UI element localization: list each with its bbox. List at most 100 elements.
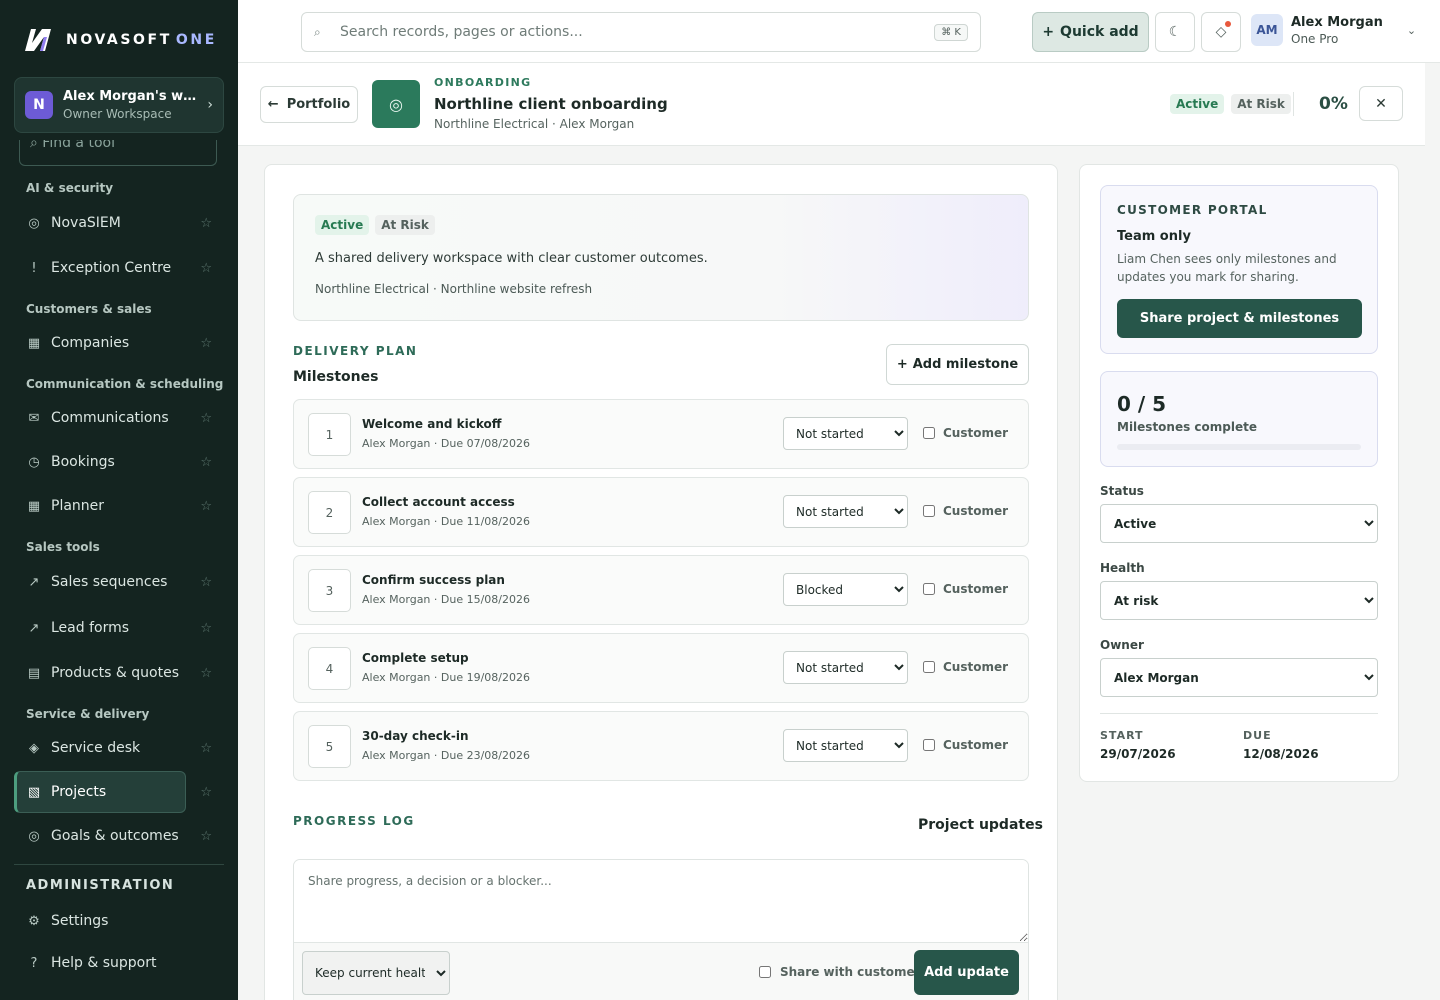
delivery-plan-kicker: DELIVERY PLAN (293, 344, 418, 358)
nav-section-ai: AI & security (26, 181, 114, 195)
star-icon[interactable]: ☆ (200, 499, 212, 514)
milestone-number: 3 (308, 569, 351, 612)
customer-checkbox[interactable] (923, 505, 935, 517)
sidebar-item-companies[interactable]: ▦ Companies ☆ (14, 322, 224, 364)
find-tool-input[interactable]: ⌕ Find a tool (19, 140, 217, 166)
star-icon[interactable]: ☆ (200, 785, 212, 800)
project-main: Active At Risk A shared delivery workspa… (264, 164, 1058, 1000)
star-icon[interactable]: ☆ (200, 455, 212, 470)
moon-icon: ☾ (1168, 24, 1182, 40)
milestone-status-select[interactable]: Not started (783, 651, 908, 684)
nav-section-sales: Sales tools (26, 540, 100, 554)
star-icon[interactable]: ☆ (200, 666, 212, 681)
customer-label: Customer (943, 582, 1009, 596)
start-date-value: 29/07/2026 (1100, 747, 1176, 761)
user-plan: One Pro (1291, 31, 1339, 46)
progress-log-kicker: PROGRESS LOG (293, 814, 415, 828)
share-checkbox[interactable] (759, 966, 771, 978)
sidebar-item-exception-centre[interactable]: ! Exception Centre ☆ (14, 247, 224, 289)
calendar-icon: ▦ (27, 498, 41, 514)
milestone-status-select[interactable]: Blocked (783, 573, 908, 606)
project-header: ← Portfolio ◎ ONBOARDING Northline client… (238, 63, 1425, 146)
share-project-button[interactable]: Share project & milestones (1117, 299, 1362, 338)
share-with-customer-toggle[interactable]: Share with customer (759, 965, 921, 979)
milestone-customer-toggle[interactable]: Customer (923, 504, 1008, 518)
sidebar-item-communications[interactable]: ✉ Communications ☆ (14, 397, 224, 439)
add-milestone-button[interactable]: + Add milestone (886, 344, 1029, 385)
health-field-select[interactable]: At risk (1100, 581, 1378, 620)
plus-icon: + (1042, 24, 1055, 40)
update-composer: Keep current health Share with customer … (293, 859, 1029, 1000)
back-to-portfolio-button[interactable]: ← Portfolio (260, 86, 358, 123)
milestone-status-select[interactable]: Not started (783, 495, 908, 528)
alert-icon: ! (31, 260, 37, 276)
milestone-number: 4 (308, 647, 351, 690)
project-updates-title: Project updates (918, 817, 1043, 833)
milestone-status-select[interactable]: Not started (783, 417, 908, 450)
workspace-role: Owner Workspace (63, 107, 172, 121)
header-divider (1293, 92, 1294, 116)
sidebar-item-projects[interactable]: ▧ Projects ☆ (14, 771, 224, 813)
customer-checkbox[interactable] (923, 661, 935, 673)
star-icon[interactable]: ☆ (200, 216, 212, 231)
theme-toggle-button[interactable]: ☾ (1155, 12, 1195, 52)
milestone-title: Welcome and kickoff (362, 417, 502, 431)
sidebar-item-sales-sequences[interactable]: ↗ Sales sequences ☆ (14, 561, 224, 603)
search-input[interactable] (340, 24, 923, 40)
sidebar-item-bookings[interactable]: ◷ Bookings ☆ (14, 441, 224, 483)
sidebar-item-service-desk[interactable]: ◈ Service desk ☆ (14, 727, 224, 769)
user-menu[interactable]: AM Alex Morgan One Pro ⌄ (1251, 14, 1416, 46)
health-select[interactable]: Keep current health (302, 951, 450, 995)
star-icon[interactable]: ☆ (200, 261, 212, 276)
add-update-button[interactable]: Add update (914, 950, 1019, 995)
star-icon[interactable]: ☆ (200, 829, 212, 844)
health-label: Health (1100, 561, 1145, 575)
close-button[interactable]: ✕ (1359, 86, 1403, 121)
sidebar-item-lead-forms[interactable]: ↗ Lead forms ☆ (14, 607, 224, 649)
update-footer: Keep current health Share with customer … (294, 942, 1028, 1000)
customer-checkbox[interactable] (923, 427, 935, 439)
user-name: Alex Morgan (1291, 14, 1383, 30)
star-icon[interactable]: ☆ (200, 575, 212, 590)
milestone-row[interactable]: 2 Collect account access Alex Morgan · Due… (293, 477, 1029, 547)
diamond-icon: ◈ (29, 740, 39, 756)
milestone-meta: Alex Morgan · Due 19/08/2026 (362, 671, 531, 684)
sidebar-item-goals[interactable]: ◎ Goals & outcomes ☆ (14, 815, 224, 857)
status-select[interactable]: Active (1100, 504, 1378, 543)
star-icon[interactable]: ☆ (200, 621, 212, 636)
milestone-status-select[interactable]: Not started (783, 729, 908, 762)
milestone-row[interactable]: 4 Complete setup Alex Morgan · Due 19/08/2… (293, 633, 1029, 703)
sidebar-item-label: Projects (51, 784, 107, 800)
milestone-row[interactable]: 3 Confirm success plan Alex Morgan · Due 1… (293, 555, 1029, 625)
sidebar-divider (14, 864, 224, 865)
radar-icon: ◎ (28, 215, 40, 231)
milestone-customer-toggle[interactable]: Customer (923, 582, 1008, 596)
shortcut-hint: ⌘ K (934, 23, 968, 41)
global-search[interactable]: ⌕ ⌘ K (301, 12, 981, 52)
milestone-customer-toggle[interactable]: Customer (923, 738, 1008, 752)
notifications-button[interactable]: ◇ (1201, 12, 1241, 52)
milestone-customer-toggle[interactable]: Customer (923, 660, 1008, 674)
workspace-switcher[interactable]: N Alex Morgan's workspace Owner Workspac… (14, 77, 224, 133)
customer-checkbox[interactable] (923, 583, 935, 595)
star-icon[interactable]: ☆ (200, 411, 212, 426)
quick-add-label: Quick add (1060, 24, 1139, 40)
brand[interactable]: NOVASOFT ONE (22, 26, 217, 54)
sidebar-item-novasiem[interactable]: ◎ NovaSIEM ☆ (14, 202, 224, 244)
sidebar-item-planner[interactable]: ▦ Planner ☆ (14, 485, 224, 527)
owner-select[interactable]: Alex Morgan (1100, 658, 1378, 697)
milestone-row[interactable]: 1 Welcome and kickoff Alex Morgan · Due 07… (293, 399, 1029, 469)
search-icon: ⌕ (30, 140, 38, 151)
quick-add-button[interactable]: + Quick add (1032, 12, 1149, 52)
star-icon[interactable]: ☆ (200, 741, 212, 756)
customer-checkbox[interactable] (923, 739, 935, 751)
sidebar-item-products-quotes[interactable]: ▤ Products & quotes ☆ (14, 652, 224, 694)
sidebar-item-settings[interactable]: ⚙ Settings (14, 900, 224, 942)
star-icon[interactable]: ☆ (200, 336, 212, 351)
sidebar-item-help[interactable]: ? Help & support (14, 942, 224, 984)
owner-label: Owner (1100, 638, 1144, 652)
milestone-row[interactable]: 5 30-day check-in Alex Morgan · Due 23/08/… (293, 711, 1029, 781)
update-textarea[interactable] (294, 860, 1028, 942)
sidebar-item-label: Bookings (51, 454, 115, 470)
milestone-customer-toggle[interactable]: Customer (923, 426, 1008, 440)
